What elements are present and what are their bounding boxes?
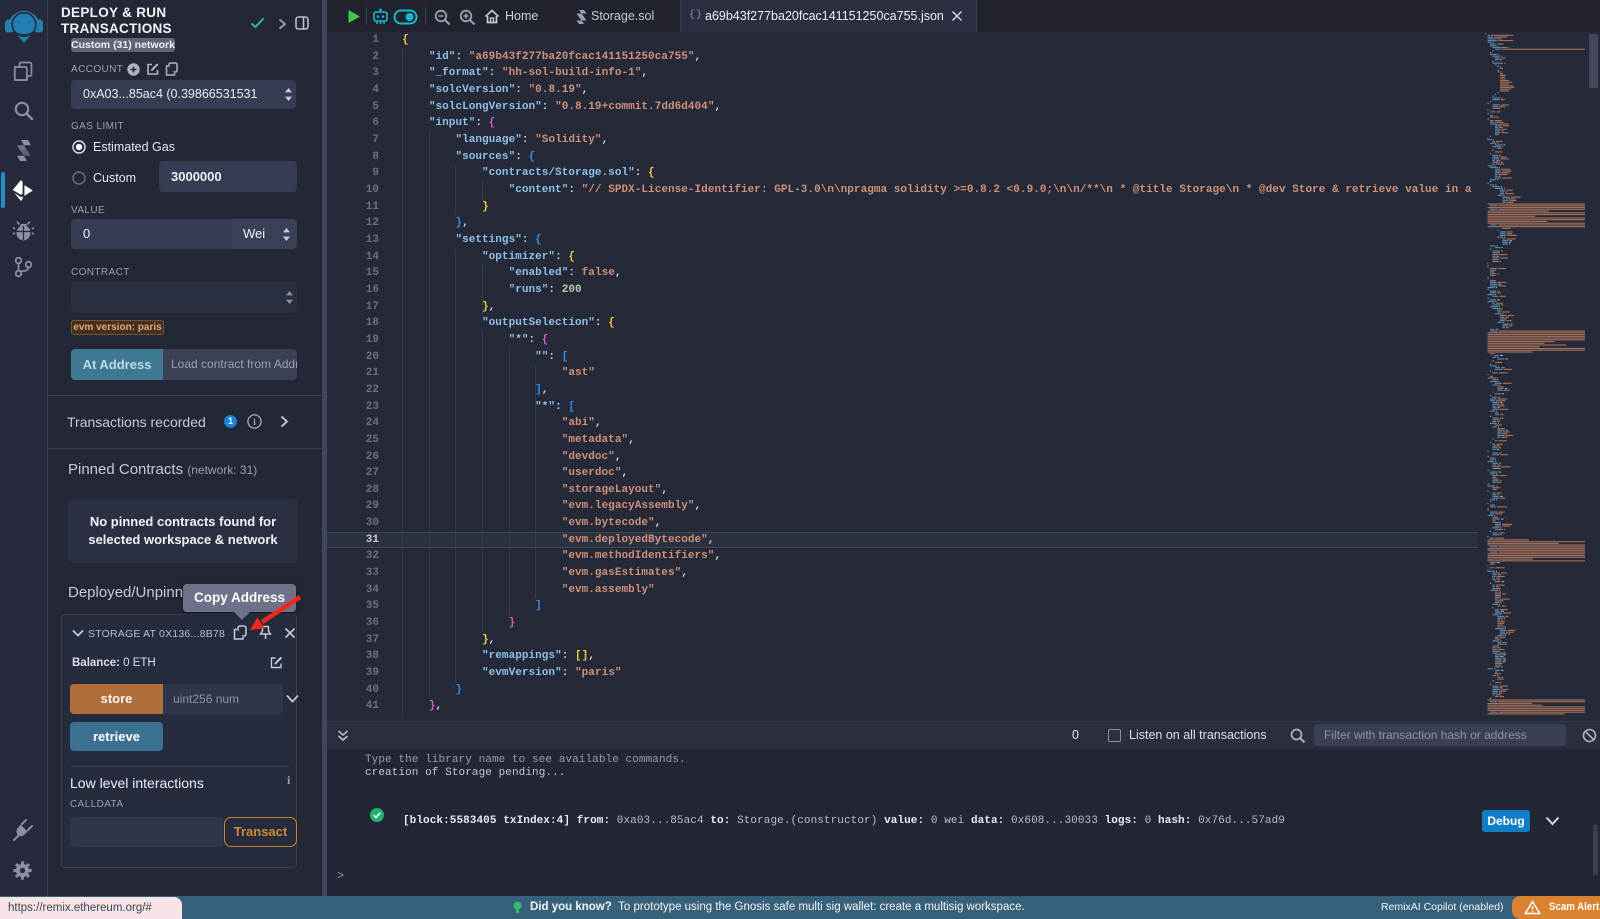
svg-text:i: i [253,417,256,427]
